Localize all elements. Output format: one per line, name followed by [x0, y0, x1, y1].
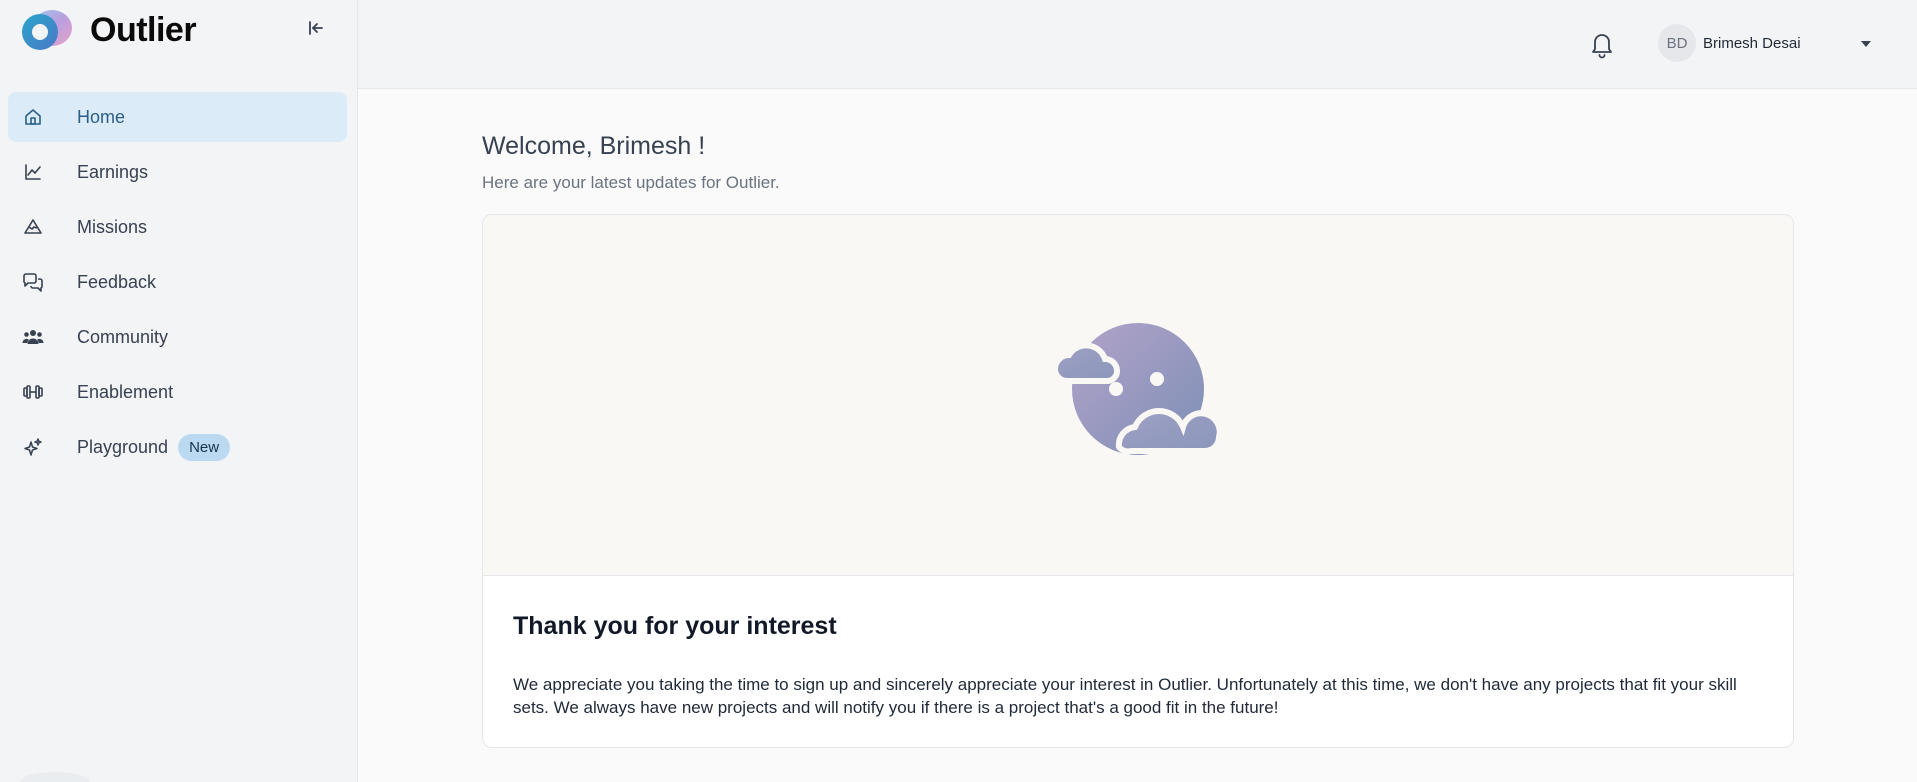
- sidebar-item-label: Playground: [77, 436, 169, 457]
- outlier-logo: [18, 8, 74, 52]
- sidebar-item-label: Enablement: [77, 381, 174, 402]
- card-title: Thank you for your interest: [513, 612, 837, 640]
- user-menu-dropdown[interactable]: [1858, 36, 1874, 52]
- sidebar-item-label: Earnings: [77, 161, 149, 182]
- sidebar-item-missions[interactable]: Missions: [8, 202, 347, 252]
- chart-line-icon: [22, 161, 44, 183]
- corner-decoration: [20, 772, 90, 782]
- card-text: We appreciate you taking the time to sig…: [513, 675, 1737, 717]
- sidebar-item-label: Home: [77, 106, 126, 127]
- brand-name: Outlier: [90, 10, 197, 49]
- sidebar-item-label: Feedback: [77, 271, 157, 292]
- notifications-button[interactable]: [1588, 29, 1616, 59]
- sidebar-item-earnings[interactable]: Earnings: [8, 147, 347, 197]
- sidebar-item-label: Community: [77, 326, 169, 347]
- home-icon: [22, 106, 44, 128]
- users-icon: [22, 326, 44, 348]
- sidebar-item-home[interactable]: Home: [8, 92, 347, 142]
- sparkles-icon: [22, 436, 44, 458]
- sidebar-item-feedback[interactable]: Feedback: [8, 257, 347, 307]
- avatar: BD: [1658, 24, 1696, 62]
- night-cloud-illustration: [1051, 323, 1223, 463]
- caret-down-icon: [1861, 41, 1871, 47]
- card-hero: [483, 215, 1793, 576]
- update-card: Thank you for your interest We appreciat…: [482, 214, 1794, 748]
- chat-bubbles-icon: [22, 271, 44, 293]
- sidebar-item-label: Missions: [77, 216, 148, 237]
- user-menu[interactable]: BD Brimesh Desai: [1658, 24, 1801, 62]
- page-subtitle: Here are your latest updates for Outlier…: [482, 173, 780, 192]
- bell-icon: [1592, 34, 1612, 59]
- mountain-icon: [22, 216, 44, 238]
- top-bar: BD Brimesh Desai: [358, 0, 1917, 89]
- sidebar-item-playground[interactable]: Playground New: [8, 422, 347, 472]
- dumbbell-icon: [22, 381, 44, 403]
- sidebar-item-community[interactable]: Community: [8, 312, 347, 362]
- sidebar: Outlier Home Earnings Missions Feedback …: [0, 0, 358, 782]
- user-name: Brimesh Desai: [1703, 34, 1801, 52]
- page-title: Welcome, Brimesh !: [482, 132, 706, 160]
- collapse-sidebar-button[interactable]: [302, 14, 330, 42]
- sidebar-item-enablement[interactable]: Enablement: [8, 367, 347, 417]
- collapse-left-icon: [309, 21, 323, 35]
- new-badge: New: [178, 433, 231, 461]
- brand[interactable]: Outlier: [18, 6, 197, 54]
- sidebar-nav: Home Earnings Missions Feedback Communit…: [8, 92, 347, 477]
